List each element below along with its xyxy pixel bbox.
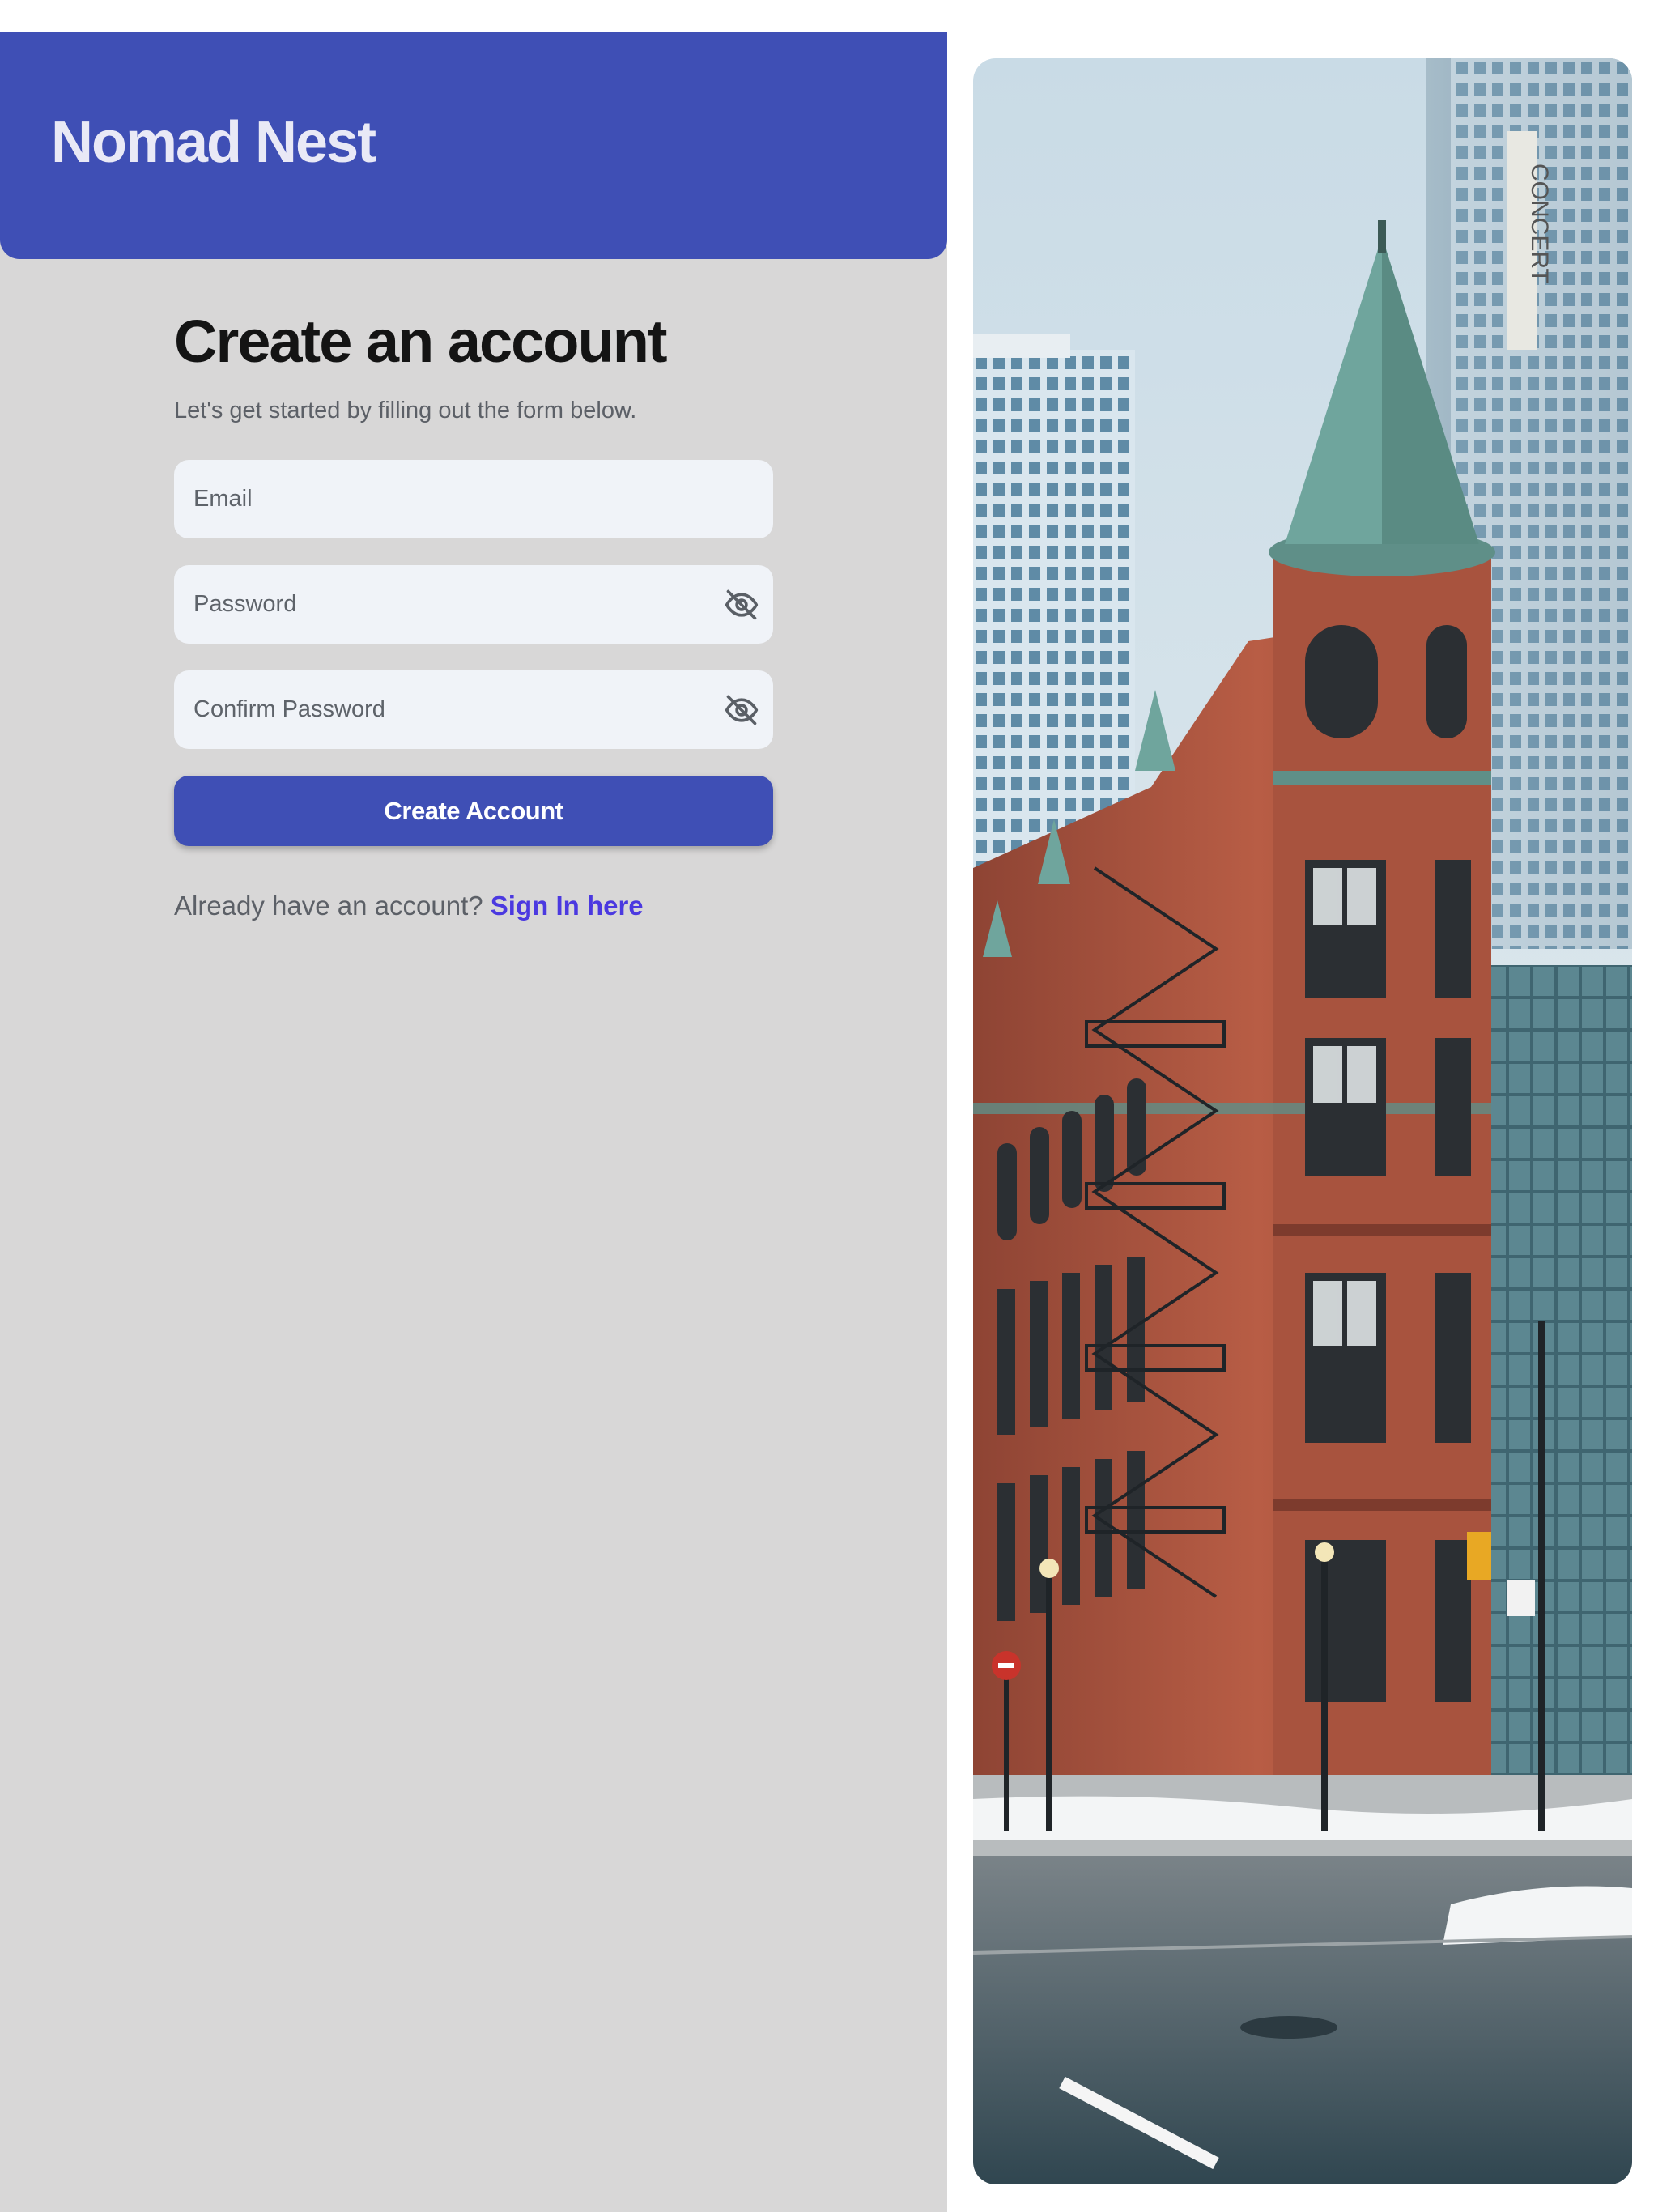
confirm-password-field[interactable] <box>174 670 773 749</box>
confirm-password-field-container <box>174 670 773 749</box>
password-visibility-toggle[interactable] <box>721 585 762 625</box>
confirm-password-visibility-toggle[interactable] <box>721 690 762 730</box>
email-field[interactable] <box>174 460 773 538</box>
eye-off-icon <box>725 695 759 725</box>
create-account-button[interactable]: Create Account <box>174 776 773 846</box>
signin-prompt: Already have an account? <box>174 891 483 921</box>
password-field-container <box>174 565 773 644</box>
brand-header: Nomad Nest <box>0 32 947 259</box>
brand-title: Nomad Nest <box>51 110 376 175</box>
email-field-container <box>174 460 773 538</box>
left-pane: Nomad Nest Create an account Let's get s… <box>0 32 947 2212</box>
concert-sign-text: CONCERT <box>1526 164 1553 283</box>
signin-link[interactable]: Sign In here <box>491 891 644 921</box>
signin-row: Already have an account? Sign In here <box>174 891 773 921</box>
page-subtitle: Let's get started by filling out the for… <box>174 398 637 423</box>
password-field[interactable] <box>174 565 773 644</box>
hero-image: CONCERT <box>973 58 1632 2184</box>
page-title: Create an account <box>174 308 668 375</box>
signup-form: Create an account Let's get started by f… <box>174 312 773 921</box>
eye-off-icon <box>725 589 759 620</box>
